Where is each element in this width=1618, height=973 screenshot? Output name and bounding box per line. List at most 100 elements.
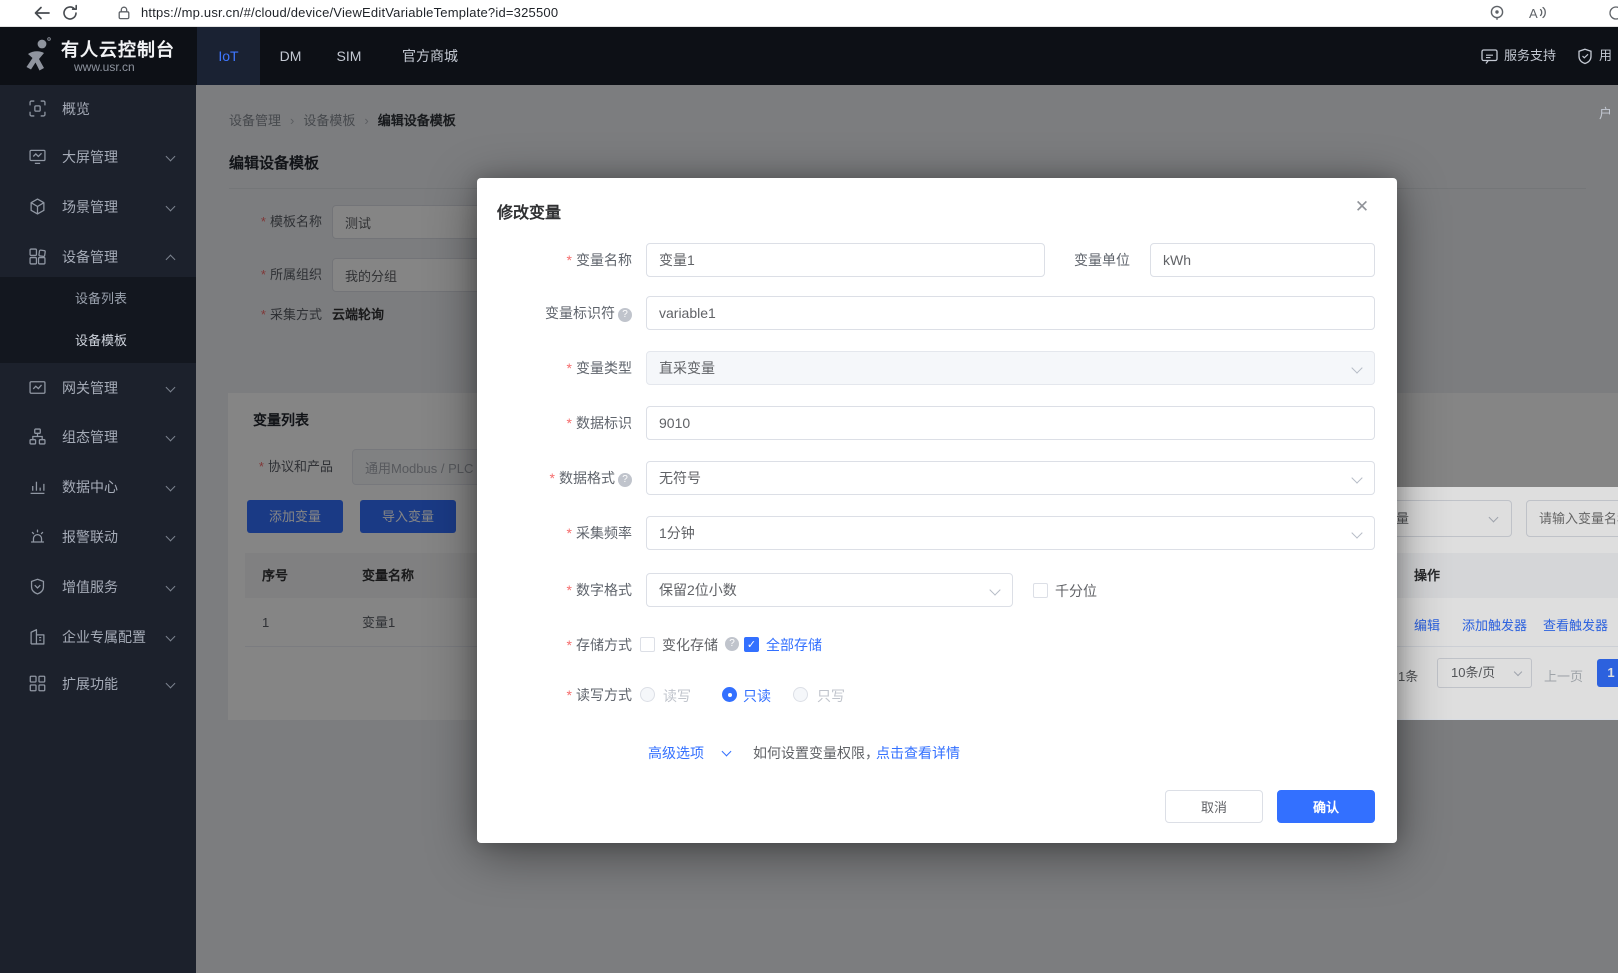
row-storage-mode: 存储方式 变化存储 全部存储 [477, 630, 1397, 660]
variable-type-select[interactable]: 直采变量 [646, 351, 1375, 385]
device-grid-icon [29, 248, 46, 265]
sidebar-item-extensions[interactable]: 扩展功能 [0, 660, 196, 708]
overview-icon [29, 100, 46, 117]
variable-unit-label: 变量单位 [994, 243, 1130, 277]
page-size-select[interactable]: 10条/页 [1437, 658, 1532, 688]
identifier-label: 变量标识符 [477, 296, 632, 330]
chevron-down-icon [166, 383, 176, 393]
page-size-value: 10条/页 [1451, 665, 1495, 680]
data-id-input[interactable] [646, 406, 1375, 440]
logo-subtitle: www.usr.cn [74, 60, 135, 74]
bar-chart-icon [29, 478, 46, 495]
sidebar-item-device-list[interactable]: 设备列表 [0, 278, 196, 320]
chevron-down-icon [166, 679, 176, 689]
chevron-down-icon [166, 152, 176, 162]
alarm-icon [29, 528, 46, 545]
storage-all-checkbox[interactable] [744, 637, 759, 652]
thousands-label: 千分位 [1055, 583, 1097, 599]
sidebar-item-gateway-mgmt[interactable]: 网关管理 [0, 364, 196, 412]
gateway-chart-icon [29, 379, 46, 396]
usr-logo-icon[interactable] [22, 36, 56, 76]
lock-icon[interactable] [116, 5, 136, 25]
sidebar-submenu-device: 设备列表 设备模板 [0, 277, 196, 363]
address-bar[interactable]: https://mp.usr.cn/#/cloud/device/ViewEdi… [141, 5, 558, 20]
chevron-down-icon [1351, 362, 1362, 373]
reload-icon[interactable] [60, 3, 80, 23]
rw-write-only-radio[interactable] [793, 687, 808, 702]
building-icon [29, 628, 46, 645]
screen: https://mp.usr.cn/#/cloud/device/ViewEdi… [0, 0, 1618, 973]
view-trigger-link[interactable]: 查看触发器 [1543, 615, 1608, 634]
browser-more-icon[interactable] [1606, 3, 1618, 23]
browser-toolbar: https://mp.usr.cn/#/cloud/device/ViewEdi… [0, 0, 1618, 27]
variable-unit-input[interactable] [1150, 243, 1375, 277]
sidebar-item-device-template[interactable]: 设备模板 [0, 320, 196, 362]
logo-title[interactable]: 有人云控制台 [61, 36, 175, 62]
nav-tab-sim[interactable]: SIM [320, 27, 378, 85]
permission-detail-link[interactable]: 点击查看详情 [876, 743, 960, 763]
col-action: 操作 [1414, 553, 1440, 598]
advanced-options-toggle[interactable]: 高级选项 [648, 743, 704, 763]
rw-write-only-label: 只写 [817, 688, 845, 704]
close-icon[interactable] [1351, 196, 1373, 218]
chevron-down-icon [166, 202, 176, 212]
row-advanced: 高级选项 如何设置变量权限， 点击查看详情 [477, 738, 1397, 766]
number-format-select[interactable]: 保留2位小数 [646, 573, 1013, 607]
page-1-button[interactable]: 1 [1597, 659, 1618, 687]
nav-tab-iot[interactable]: IoT [197, 27, 260, 85]
chevron-down-icon [1351, 527, 1362, 538]
sidebar-item-alarm-link[interactable]: 报警联动 [0, 513, 196, 561]
row-identifier: 变量标识符 [477, 296, 1397, 330]
top-navbar: 有人云控制台 www.usr.cn IoT DM SIM 官方商城 服务支持 用… [0, 27, 1618, 85]
locate-icon[interactable] [1487, 3, 1507, 23]
svg-text:A: A [1529, 6, 1538, 21]
sidebar: 概览 大屏管理 场景管理 设备管理 设备列表 设备模板 网关管理 组态 [0, 85, 196, 973]
prev-page-button[interactable]: 上一页 [1544, 666, 1583, 685]
chevron-down-icon [166, 482, 176, 492]
frequency-select[interactable]: 1分钟 [646, 516, 1375, 550]
sidebar-item-screen-mgmt[interactable]: 大屏管理 [0, 133, 196, 181]
sidebar-item-scene-mgmt[interactable]: 场景管理 [0, 183, 196, 231]
edit-link[interactable]: 编辑 [1414, 615, 1440, 634]
data-id-label: 数据标识 [477, 406, 632, 440]
scene-cube-icon [29, 198, 46, 215]
nav-tab-store[interactable]: 官方商城 [385, 27, 475, 85]
variable-name-input[interactable] [646, 243, 1045, 277]
row-variable-type: 变量类型 直采变量 [477, 351, 1397, 385]
storage-all-label: 全部存储 [766, 637, 822, 653]
chevron-down-icon [1489, 513, 1499, 523]
data-format-select[interactable]: 无符号 [646, 461, 1375, 495]
storage-change-checkbox[interactable] [640, 637, 655, 652]
confirm-button[interactable]: 确认 [1277, 790, 1375, 823]
storage-mode-label: 存储方式 [477, 630, 632, 660]
nav-user[interactable]: 用户 [1599, 27, 1618, 85]
rw-read-write-radio[interactable] [640, 687, 655, 702]
nav-tab-dm[interactable]: DM [263, 27, 318, 85]
sidebar-item-data-center[interactable]: 数据中心 [0, 463, 196, 511]
frequency-value: 1分钟 [659, 525, 695, 541]
sidebar-item-device-mgmt[interactable]: 设备管理 [0, 233, 196, 281]
sitemap-icon [29, 428, 46, 445]
sidebar-item-enterprise[interactable]: 企业专属配置 [0, 613, 196, 661]
extensions-grid-icon [29, 675, 46, 692]
sidebar-item-value-added[interactable]: 增值服务 [0, 563, 196, 611]
number-format-value: 保留2位小数 [659, 582, 737, 598]
nav-support[interactable]: 服务支持 [1504, 27, 1556, 85]
row-rw-mode: 读写方式 读写 只读 只写 [477, 680, 1397, 710]
row-variable-name: 变量名称 变量单位 [477, 243, 1397, 277]
identifier-input[interactable] [646, 296, 1375, 330]
user-shield-icon [1577, 48, 1593, 65]
help-icon[interactable] [725, 637, 739, 651]
back-icon[interactable] [32, 3, 52, 23]
cancel-button[interactable]: 取消 [1165, 790, 1263, 823]
thousands-checkbox[interactable] [1033, 583, 1048, 598]
sidebar-item-overview[interactable]: 概览 [0, 85, 196, 133]
chevron-up-icon [166, 255, 176, 265]
help-icon[interactable] [618, 473, 632, 487]
rw-read-only-radio[interactable] [722, 687, 737, 702]
help-icon[interactable] [618, 308, 632, 322]
variable-search-input[interactable] [1526, 500, 1618, 537]
sidebar-item-scada-mgmt[interactable]: 组态管理 [0, 413, 196, 461]
add-trigger-link[interactable]: 添加触发器 [1462, 615, 1527, 634]
read-aloud-icon[interactable]: A [1527, 3, 1547, 23]
